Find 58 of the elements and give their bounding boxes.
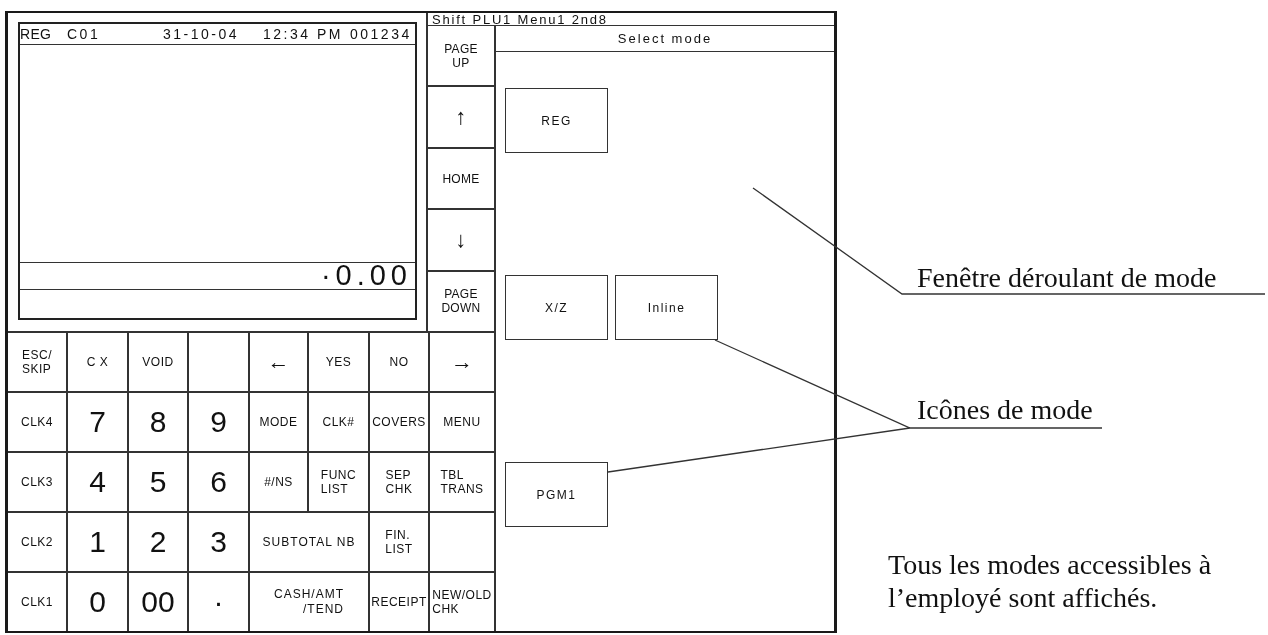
blank-key[interactable]: [189, 333, 248, 391]
blank-key[interactable]: [430, 513, 494, 571]
keypad-key[interactable]: MENU: [430, 393, 494, 451]
keypad-key[interactable]: SEP CHK: [370, 453, 428, 511]
keypad-key[interactable]: →: [430, 333, 494, 391]
keypad-key[interactable]: NEW/OLD CHK: [430, 573, 494, 631]
clerk-code: C01: [67, 26, 102, 42]
keypad-key[interactable]: 1: [68, 513, 127, 571]
keypad-key[interactable]: ·: [189, 573, 248, 631]
amount-display: ·0.00: [320, 263, 412, 287]
keypad-key[interactable]: SUBTOTAL NB: [250, 513, 368, 571]
keypad-key[interactable]: CLK1: [8, 573, 66, 631]
callout-label: Icônes de mode: [917, 394, 1093, 425]
nav-key[interactable]: ↓: [428, 210, 494, 270]
keypad-key[interactable]: 7: [68, 393, 127, 451]
keypad-key[interactable]: 6: [189, 453, 248, 511]
keypad-key[interactable]: ←: [250, 333, 307, 391]
window-title: Select mode: [496, 26, 834, 52]
keypad-key[interactable]: 4: [68, 453, 127, 511]
status-line: Shift PLU1 Menu1 2nd8: [432, 13, 608, 26]
keypad-key[interactable]: CASH/AMT /TEND: [250, 573, 368, 631]
callout-label: Fenêtre déroulant de mode: [917, 262, 1217, 293]
keypad-key[interactable]: CLK2: [8, 513, 66, 571]
keypad-key[interactable]: 3: [189, 513, 248, 571]
keypad-key[interactable]: YES: [309, 333, 368, 391]
mode-button[interactable]: X/Z: [505, 275, 608, 340]
keypad-key[interactable]: 5: [129, 453, 187, 511]
keypad-key[interactable]: 9: [189, 393, 248, 451]
nav-key[interactable]: PAGE UP: [428, 26, 494, 86]
keypad-key[interactable]: FIN. LIST: [370, 513, 428, 571]
nav-key[interactable]: PAGE DOWN: [428, 271, 494, 332]
mode-button[interactable]: REG: [505, 88, 608, 153]
keypad-key[interactable]: COVERS: [370, 393, 428, 451]
mode-button[interactable]: PGM1: [505, 462, 608, 527]
keypad-key[interactable]: 8: [129, 393, 187, 451]
keypad-key[interactable]: VOID: [129, 333, 187, 391]
keypad-key[interactable]: FUNC LIST: [309, 453, 368, 511]
keypad-key[interactable]: 2: [129, 513, 187, 571]
caption-text: Tous les modes accessibles à l’employé sont affichés.: [888, 548, 1213, 614]
keypad-key[interactable]: MODE: [250, 393, 307, 451]
keypad-key[interactable]: #/NS: [250, 453, 307, 511]
date-text: 31-10-04: [163, 26, 241, 42]
nav-key[interactable]: HOME: [428, 148, 494, 209]
keypad-key[interactable]: CLK3: [8, 453, 66, 511]
keypad-key[interactable]: CLK4: [8, 393, 66, 451]
keypad-key[interactable]: C X: [68, 333, 127, 391]
time-text: 12:34 PM: [263, 26, 344, 42]
mode-button[interactable]: Inline: [615, 275, 718, 340]
keypad-key[interactable]: CLK#: [309, 393, 368, 451]
keypad-key[interactable]: ESC/ SKIP: [8, 333, 66, 391]
mode-label: REG: [20, 26, 53, 42]
keypad-key[interactable]: 0: [68, 573, 127, 631]
receipt-number: 001234: [350, 26, 413, 42]
keypad-key[interactable]: TBL TRANS: [430, 453, 494, 511]
keypad-key[interactable]: NO: [370, 333, 428, 391]
keypad-key[interactable]: 00: [129, 573, 187, 631]
keypad-key[interactable]: RECEIPT: [370, 573, 428, 631]
nav-key[interactable]: ↑: [428, 87, 494, 147]
